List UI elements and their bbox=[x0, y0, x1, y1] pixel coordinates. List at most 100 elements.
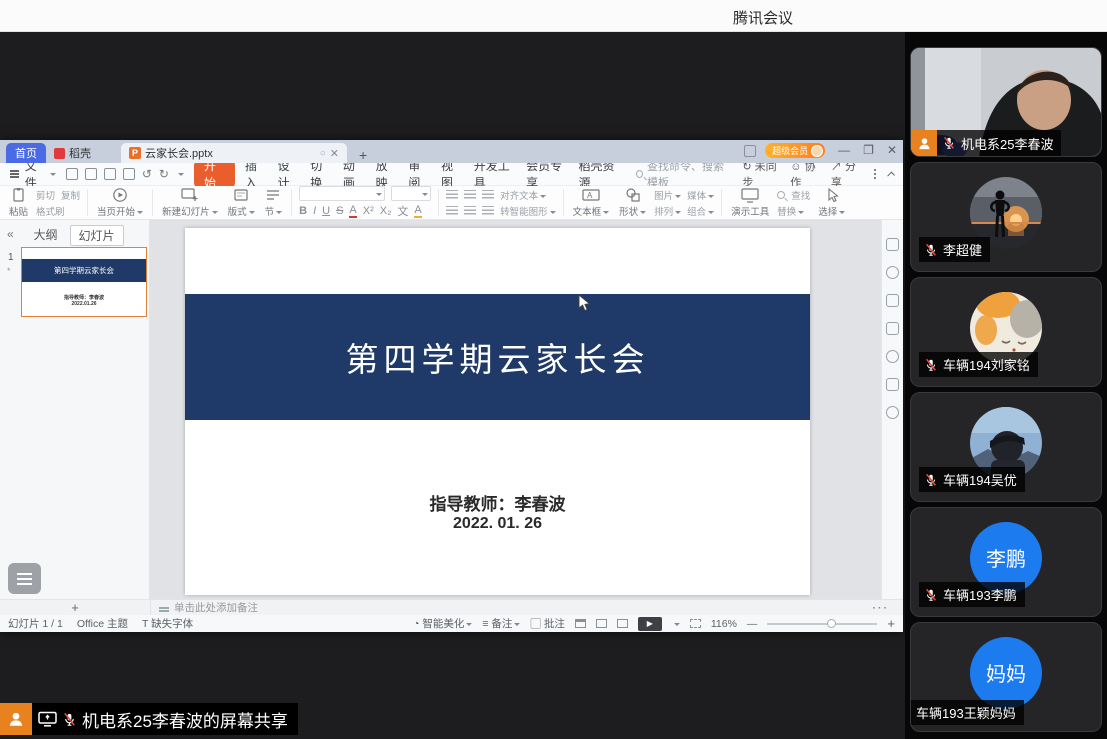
print-icon[interactable] bbox=[104, 168, 116, 180]
theme-name[interactable]: Office 主题 bbox=[77, 616, 128, 631]
font-size-combo[interactable] bbox=[391, 186, 431, 201]
slide-teacher-line[interactable]: 指导教师：李春波 bbox=[185, 490, 810, 515]
sorter-view-icon[interactable] bbox=[596, 619, 607, 628]
close-button[interactable]: ✕ bbox=[887, 143, 897, 158]
participant-tile[interactable]: 李超健 bbox=[910, 162, 1102, 272]
subscript-button[interactable]: X₂ bbox=[380, 205, 392, 217]
superscript-button[interactable]: X² bbox=[363, 205, 374, 217]
replace-button[interactable]: 替换 bbox=[777, 204, 804, 218]
align-text-button[interactable]: 对齐文本 bbox=[500, 188, 546, 202]
title-band[interactable]: 第四学期云家长会 bbox=[185, 294, 810, 420]
participant-tile[interactable]: 妈妈 车辆193王颖妈妈 bbox=[910, 622, 1102, 732]
paste-button[interactable]: 粘贴 bbox=[4, 187, 33, 218]
normal-view-icon[interactable] bbox=[575, 619, 586, 628]
collapse-ribbon-icon[interactable] bbox=[887, 171, 895, 179]
export-icon[interactable] bbox=[85, 168, 97, 180]
member-badge[interactable]: 超级会员 bbox=[765, 143, 825, 158]
font-name-combo[interactable] bbox=[299, 186, 385, 201]
tab-home[interactable]: 首页 bbox=[6, 143, 46, 163]
beautify-button[interactable]: ◔ 智能美化 bbox=[413, 616, 472, 631]
copy-button[interactable]: 复制 bbox=[61, 188, 80, 202]
chart-panel-icon[interactable] bbox=[886, 378, 899, 391]
play-from-page-button[interactable]: 当页开始 bbox=[92, 187, 148, 218]
text-effect-button[interactable]: 文 bbox=[397, 203, 408, 219]
fit-window-icon[interactable] bbox=[690, 619, 701, 628]
preview-icon[interactable] bbox=[123, 168, 135, 180]
zoom-slider[interactable] bbox=[767, 623, 877, 625]
floating-list-button[interactable] bbox=[8, 563, 41, 594]
cut-button[interactable]: 剪切 bbox=[36, 188, 55, 202]
zoom-level[interactable]: 116% bbox=[711, 618, 737, 630]
settings-panel-icon[interactable] bbox=[886, 406, 899, 419]
design-panel-icon[interactable] bbox=[886, 294, 899, 307]
add-slide-button[interactable]: + bbox=[0, 600, 150, 615]
tab-slides[interactable]: 幻灯片 bbox=[70, 225, 124, 246]
textbox-button[interactable]: A 文本框 bbox=[568, 187, 615, 218]
participant-tile[interactable]: 机电系25李春波 bbox=[910, 47, 1102, 157]
align-center-icon[interactable] bbox=[464, 206, 476, 215]
strikethrough-button[interactable]: S bbox=[336, 205, 343, 217]
zoom-in-button[interactable]: + bbox=[887, 616, 895, 631]
note-button[interactable]: ≡ 备注 bbox=[482, 616, 520, 631]
mic-muted-icon bbox=[924, 473, 938, 487]
numbering-icon[interactable] bbox=[464, 190, 476, 199]
picture-button[interactable]: 图片 bbox=[654, 188, 681, 202]
tab-document[interactable]: P 云家长会.pptx ○ ✕ bbox=[121, 143, 347, 163]
zoom-slider-knob[interactable] bbox=[827, 619, 836, 628]
present-tools-button[interactable]: 演示工具 bbox=[726, 187, 774, 218]
notes-more-button[interactable]: ··· bbox=[873, 602, 890, 614]
line-spacing-icon[interactable] bbox=[482, 206, 494, 215]
tab-close-icon[interactable]: ✕ bbox=[330, 147, 339, 160]
layout-button[interactable]: 版式 bbox=[223, 187, 260, 218]
bullets-icon[interactable] bbox=[446, 190, 458, 199]
redo-icon[interactable]: ↻ bbox=[159, 167, 169, 181]
zoom-out-button[interactable]: — bbox=[747, 618, 758, 630]
italic-button[interactable]: I bbox=[313, 205, 316, 217]
shapes-button[interactable]: 形状 bbox=[614, 187, 651, 218]
minimize-button[interactable]: — bbox=[838, 143, 850, 158]
restore-button[interactable]: ❐ bbox=[863, 143, 874, 158]
new-tab-button[interactable]: + bbox=[355, 147, 371, 163]
panel-collapse-button[interactable]: « bbox=[7, 227, 14, 241]
align-left-icon[interactable] bbox=[446, 206, 458, 215]
beautify-panel-icon[interactable] bbox=[886, 238, 899, 251]
format-painter-button[interactable]: 格式刷 bbox=[36, 204, 65, 218]
participant-tile[interactable]: 李鹏 车辆193李鹏 bbox=[910, 507, 1102, 617]
help-panel-icon[interactable] bbox=[886, 350, 899, 363]
group-button[interactable]: 组合 bbox=[687, 204, 714, 218]
find-button[interactable]: 查找 bbox=[791, 188, 810, 202]
to-smartart-button[interactable]: 转智能图形 bbox=[500, 204, 556, 218]
participant-tile[interactable]: 车辆194刘家铭 bbox=[910, 277, 1102, 387]
undo-icon[interactable]: ↺ bbox=[142, 167, 152, 181]
notes-bar[interactable]: 单击此处添加备注 bbox=[150, 600, 903, 615]
tab-docer[interactable]: 稻壳 bbox=[46, 143, 99, 163]
object-panel-icon[interactable] bbox=[886, 322, 899, 335]
reading-view-icon[interactable] bbox=[617, 619, 628, 628]
slideshow-play-button[interactable]: ▶ bbox=[638, 617, 662, 631]
missing-font[interactable]: T 缺失字体 bbox=[142, 616, 193, 631]
save-icon[interactable] bbox=[66, 168, 78, 180]
font-color-button[interactable]: A bbox=[349, 204, 356, 218]
play-options-icon[interactable] bbox=[674, 623, 680, 629]
underline-button[interactable]: U bbox=[322, 205, 330, 217]
slide-date-line[interactable]: 2022. 01. 26 bbox=[185, 515, 810, 533]
media-button[interactable]: 媒体 bbox=[687, 188, 714, 202]
participant-tile[interactable]: 车辆194吴优 bbox=[910, 392, 1102, 502]
slide-thumbnail[interactable]: 第四学期云家长会 指导教师：李春波 2022.01.26 bbox=[21, 247, 147, 317]
highlight-button[interactable]: A bbox=[414, 204, 421, 218]
indent-icon[interactable] bbox=[482, 190, 494, 199]
new-slide-button[interactable]: 新建幻灯片 bbox=[157, 187, 223, 218]
bold-button[interactable]: B bbox=[299, 205, 307, 217]
section-button[interactable]: 节 bbox=[260, 187, 288, 218]
eye-protect-icon[interactable] bbox=[744, 145, 756, 157]
comment-button[interactable]: ▢ 批注 bbox=[530, 616, 564, 631]
tab-outline[interactable]: 大纲 bbox=[25, 225, 65, 246]
more-menu-icon[interactable] bbox=[874, 173, 876, 175]
slide-canvas[interactable]: 第四学期云家长会 指导教师：李春波 2022. 01. 26 bbox=[150, 220, 881, 599]
slide-title: 第四学期云家长会 bbox=[346, 333, 650, 381]
select-button[interactable]: 选择 bbox=[813, 187, 850, 218]
quickbar-more-icon[interactable] bbox=[178, 173, 184, 179]
animation-panel-icon[interactable] bbox=[886, 266, 899, 279]
slide[interactable]: 第四学期云家长会 指导教师：李春波 2022. 01. 26 bbox=[185, 228, 810, 595]
arrange-button[interactable]: 排列 bbox=[654, 204, 681, 218]
